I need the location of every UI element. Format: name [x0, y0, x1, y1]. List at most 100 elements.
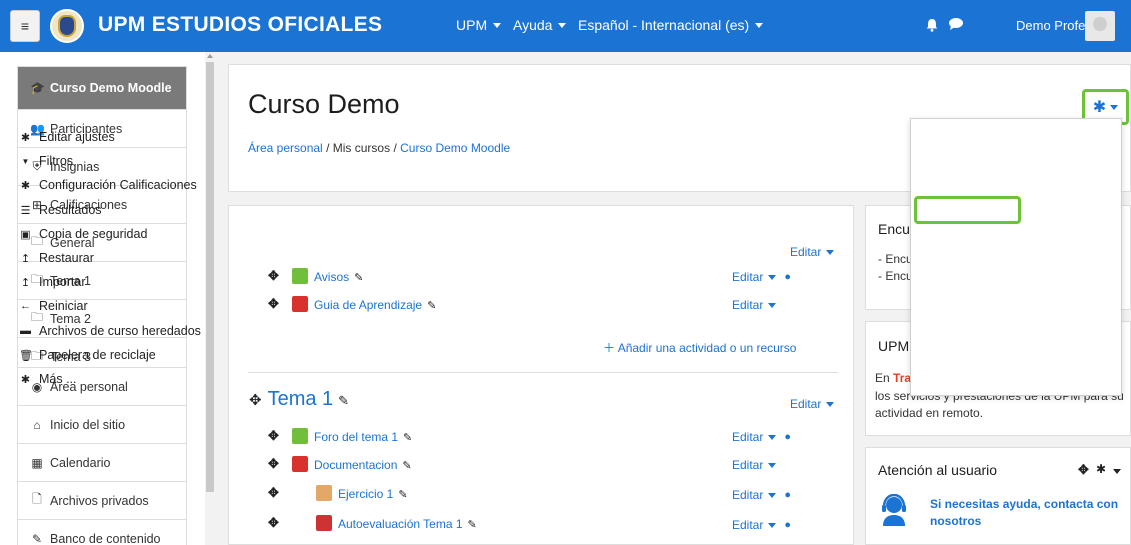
move-handle-icon[interactable]: ✥	[268, 485, 279, 501]
hamburger-menu-button[interactable]: ≡	[10, 10, 40, 42]
drawer-item-course[interactable]: 🎓 Curso Demo Moodle	[18, 67, 186, 110]
section-title-text[interactable]: Tema 1	[268, 388, 334, 410]
scroll-up-arrow-icon[interactable]	[207, 54, 213, 58]
forum-icon	[292, 268, 308, 284]
menu-item-label: Archivos de curso heredados	[39, 324, 201, 338]
activity-link[interactable]: Ejercicio 1	[338, 487, 393, 501]
gear-icon: ✱	[20, 373, 31, 386]
scrollbar-thumb[interactable]	[206, 62, 214, 492]
breadcrumb-separator: /	[326, 141, 330, 155]
section-general-edit-menu[interactable]: Editar	[790, 245, 835, 259]
site-title[interactable]: UPM ESTUDIOS OFICIALES	[98, 13, 382, 37]
gear-icon: ✱	[20, 179, 31, 192]
move-handle-icon[interactable]: ✥	[268, 515, 279, 531]
block-link[interactable]: - Encu	[878, 268, 913, 285]
menu-item-mas[interactable]: ✱ Más ...	[19, 372, 77, 386]
breadcrumb-separator: /	[393, 141, 397, 155]
breadcrumb-area-personal[interactable]: Área personal	[248, 141, 323, 155]
move-handle-icon[interactable]: ✥	[268, 456, 279, 472]
bell-icon[interactable]	[925, 18, 939, 32]
editar-label: Editar	[732, 430, 764, 444]
avatar[interactable]	[1085, 11, 1115, 41]
menu-item-restaurar[interactable]: ↥ Restaurar	[19, 251, 94, 265]
section-tema1-edit-menu[interactable]: Editar	[790, 397, 835, 411]
edit-pencil-icon[interactable]: ✎	[427, 299, 436, 312]
drawer-item-inicio[interactable]: ⌂ Inicio del sitio	[18, 406, 186, 444]
edit-pencil-icon[interactable]: ✎	[403, 431, 412, 444]
editar-label: Editar	[790, 397, 822, 411]
menu-item-copia[interactable]: ▣ Copia de seguridad	[19, 227, 147, 241]
breadcrumb: Área personal / Mis cursos / Curso Demo …	[248, 141, 510, 155]
arrow-left-icon: ←	[20, 300, 31, 312]
block-gear-icon[interactable]: ✱	[1096, 462, 1106, 476]
edit-pencil-icon[interactable]: ✎	[468, 518, 477, 531]
chat-icon[interactable]	[948, 17, 964, 31]
block-upm-text-line1: En Tra	[875, 370, 911, 387]
menu-item-label: Filtros	[39, 154, 74, 168]
menu-item-filtros[interactable]: ▼ Filtros	[19, 154, 74, 168]
drawer-item-label: Banco de contenido	[50, 532, 161, 545]
activity-edit-menu[interactable]: Editar ●	[732, 430, 791, 444]
activity-link[interactable]: Foro del tema 1	[314, 430, 398, 444]
menu-item-archivos-heredados[interactable]: ▬ Archivos de curso heredados	[19, 324, 201, 338]
block-upm-highlight[interactable]: Tra	[893, 371, 911, 385]
menu-item-label: Papelera de reciclaje	[39, 348, 156, 362]
assignment-icon	[316, 485, 332, 501]
activity-edit-menu[interactable]: Editar	[732, 298, 777, 312]
breadcrumb-course[interactable]: Curso Demo Moodle	[400, 141, 510, 155]
menu-item-label: Más ...	[39, 372, 77, 386]
activity-link[interactable]: Autoevaluación Tema 1	[338, 517, 463, 531]
add-activity-link[interactable]: ＋ Añadir una actividad o un recurso	[603, 339, 796, 356]
import-icon: ↥	[20, 276, 31, 289]
block-link[interactable]: - Encu	[878, 251, 913, 268]
activity-foro: Foro del tema 1 ✎	[292, 428, 412, 444]
help-link[interactable]: Si necesitas ayuda, contacta con nosotro…	[930, 496, 1120, 530]
activity-edit-menu[interactable]: Editar ●	[732, 488, 791, 502]
chevron-down-icon	[826, 249, 835, 255]
move-handle-icon[interactable]: ✥	[249, 392, 262, 409]
block-move-icon[interactable]: ✥	[1078, 462, 1089, 478]
menu-item-configuracion[interactable]: ✱ Configuración Calificaciones	[19, 178, 197, 192]
drawer-item-archivos[interactable]: 🗋 Archivos privados	[18, 482, 186, 520]
menu-item-reiniciar[interactable]: ← Reiniciar	[19, 299, 88, 313]
section-title: ✥ Tema 1 ✎	[249, 388, 349, 411]
drawer-scrollbar[interactable]	[205, 52, 215, 545]
menu-upm[interactable]: UPM	[456, 17, 502, 33]
activity-link[interactable]: Documentacion	[314, 458, 397, 472]
chevron-down-icon	[1110, 104, 1119, 110]
drawer-item-label: Archivos privados	[50, 493, 149, 508]
chevron-down-icon[interactable]	[1113, 469, 1121, 474]
university-logo[interactable]	[50, 9, 84, 43]
activity-link[interactable]: Avisos	[314, 270, 349, 284]
menu-ayuda-label: Ayuda	[513, 17, 553, 33]
drawer-item-calendario[interactable]: ▦ Calendario	[18, 444, 186, 482]
edit-pencil-icon[interactable]: ✎	[398, 488, 407, 501]
activity-avisos: Avisos ✎	[292, 268, 363, 284]
filter-icon: ▼	[21, 156, 30, 166]
move-handle-icon[interactable]: ✥	[268, 296, 279, 312]
menu-item-label: Configuración Calificaciones	[39, 178, 197, 192]
activity-edit-menu[interactable]: Editar	[732, 458, 777, 472]
edit-pencil-icon[interactable]: ✎	[354, 271, 363, 284]
menu-language[interactable]: Español - Internacional (es)	[578, 17, 764, 33]
block-title: Encu	[878, 221, 910, 237]
move-handle-icon[interactable]: ✥	[268, 428, 279, 444]
menu-item-papelera[interactable]: 🗑 Papelera de reciclaje	[19, 348, 156, 362]
menu-item-importar[interactable]: ↥ Importar	[19, 275, 86, 289]
chevron-down-icon	[558, 22, 567, 28]
activity-link[interactable]: Guia de Aprendizaje	[314, 298, 422, 312]
drawer-item-banco[interactable]: ✎ Banco de contenido	[18, 520, 186, 545]
activity-edit-menu[interactable]: Editar ●	[732, 518, 791, 532]
menu-ayuda[interactable]: Ayuda	[513, 17, 567, 33]
edit-pencil-icon[interactable]: ✎	[402, 459, 411, 472]
gear-icon: ✱	[20, 131, 31, 144]
activity-edit-menu[interactable]: Editar ●	[732, 270, 791, 284]
edit-pencil-icon[interactable]: ✎	[338, 393, 349, 409]
chevron-down-icon	[826, 401, 835, 407]
menu-item-resultados[interactable]: ☰ Resultados	[19, 203, 102, 217]
menu-item-editar-ajustes[interactable]: ✱ Editar ajustes	[19, 130, 115, 144]
move-handle-icon[interactable]: ✥	[268, 268, 279, 284]
block-title: Atención al usuario	[878, 462, 998, 478]
pdf-icon	[292, 296, 308, 312]
site-nav-group: ◉ Área personal ⌂ Inicio del sitio ▦ Calend…	[17, 367, 187, 545]
